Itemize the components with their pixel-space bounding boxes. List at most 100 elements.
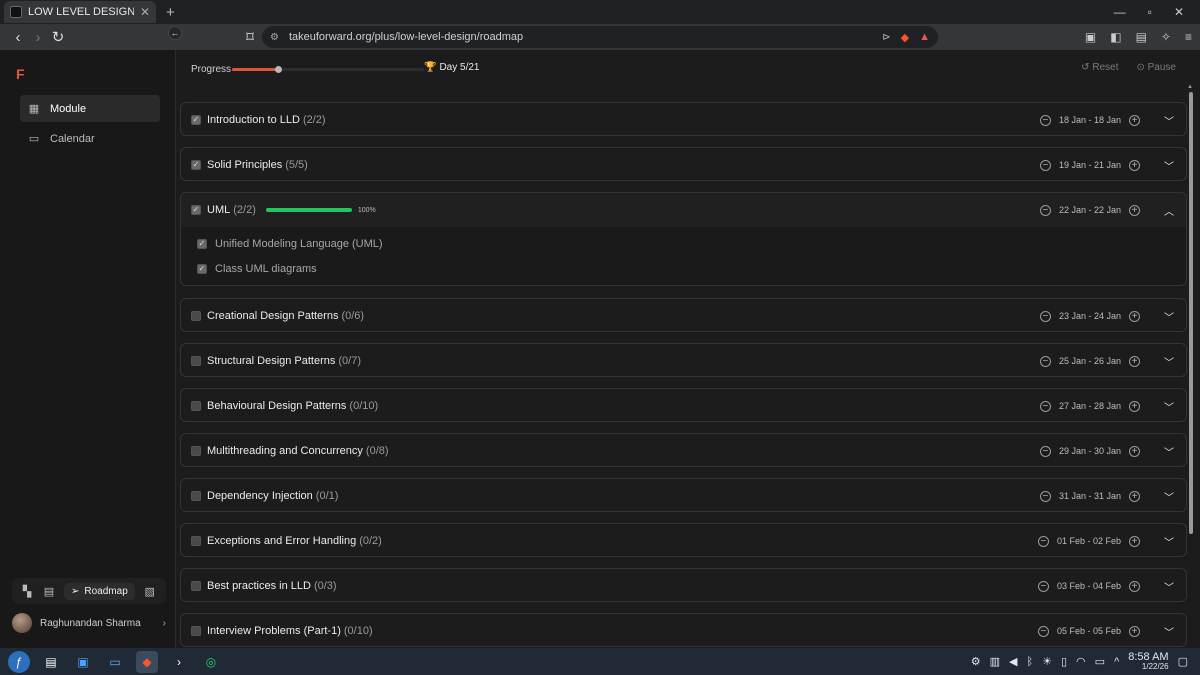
minus-circle-icon[interactable]: − (1039, 159, 1051, 171)
module-header[interactable]: Exceptions and Error Handling (0/2) −01 Fe… (181, 524, 1186, 558)
clipboard-icon[interactable]: ▥ (990, 655, 1000, 668)
module-checkbox[interactable]: ✓ (191, 115, 201, 125)
plus-circle-icon[interactable]: + (1129, 490, 1140, 502)
module-row[interactable]: ✓ Solid Principles (5/5) −19 Jan - 21 Jan + ﹀ (180, 147, 1187, 181)
chevron-down-icon[interactable]: ﹀ (1164, 309, 1174, 324)
module-row[interactable]: Best practices in LLD (0/3) −03 Feb - 04 F… (180, 568, 1187, 602)
clock[interactable]: 8:58 AM 1/22/26 (1128, 651, 1168, 672)
minus-circle-icon[interactable]: − (1039, 204, 1051, 216)
sidebar-item-calendar[interactable]: ▭ Calendar (20, 125, 160, 152)
module-header[interactable]: ✓ Solid Principles (5/5) −19 Jan - 21 Jan + ﹀ (181, 148, 1186, 182)
minus-circle-icon[interactable]: − (1039, 114, 1051, 126)
reader-mode-icon[interactable]: ▣ (1085, 30, 1096, 44)
module-checkbox[interactable] (191, 446, 201, 456)
module-checkbox[interactable] (191, 626, 201, 636)
forward-icon[interactable]: › (28, 29, 48, 46)
module-row[interactable]: Interview Problems (Part-1) (0/10) −05 Feb… (180, 613, 1187, 647)
chevron-down-icon[interactable]: ﹀ (1164, 579, 1174, 594)
brave-rewards-icon[interactable]: ▲ (919, 31, 930, 43)
module-row[interactable]: Behavioural Design Patterns (0/10) −27 Jan… (180, 388, 1187, 422)
reset-button[interactable]: ↺ Reset (1081, 62, 1118, 73)
lesson-item[interactable]: ✓ Class UML diagrams (197, 261, 317, 277)
minus-circle-icon[interactable]: − (1037, 625, 1049, 637)
lesson-checkbox[interactable]: ✓ (197, 264, 207, 274)
chevron-down-icon[interactable]: ﹀ (1164, 158, 1174, 173)
url-text[interactable]: takeuforward.org/plus/low-level-design/r… (289, 31, 872, 43)
module-header[interactable]: Dependency Injection (0/1) −31 Jan - 31 Ja… (181, 479, 1186, 513)
chevron-down-icon[interactable]: ﹀ (1164, 354, 1174, 369)
minus-circle-icon[interactable]: − (1039, 355, 1051, 367)
brave-browser-icon[interactable]: ◆ (136, 650, 158, 673)
module-checkbox[interactable] (191, 491, 201, 501)
reload-icon[interactable]: ↻ (48, 28, 68, 46)
module-row[interactable]: ✓ UML (2/2) 100% −22 Jan - 22 Jan + ︿ ✓ Unified … (180, 192, 1187, 286)
dashboard-icon[interactable]: ▚ (20, 585, 34, 598)
plus-circle-icon[interactable]: + (1129, 355, 1140, 367)
lesson-checkbox[interactable]: ✓ (197, 239, 207, 249)
chevron-down-icon[interactable]: ﹀ (1164, 624, 1174, 639)
document-icon[interactable]: ▧ (143, 585, 157, 598)
minus-circle-icon[interactable]: − (1039, 445, 1051, 457)
battery-icon[interactable]: ▭ (1095, 655, 1105, 668)
browser-tab[interactable]: LOW LEVEL DESIGN - Roadm ✕ (4, 1, 156, 23)
module-header[interactable]: Interview Problems (Part-1) (0/10) −05 Feb… (181, 614, 1186, 648)
scrollbar-thumb[interactable] (1189, 92, 1193, 534)
chevron-down-icon[interactable]: ﹀ (1164, 489, 1174, 504)
plus-circle-icon[interactable]: + (1129, 159, 1140, 171)
user-profile[interactable]: Raghunandan Sharma › (12, 610, 166, 636)
plus-circle-icon[interactable]: + (1129, 114, 1140, 126)
close-tab-icon[interactable]: ✕ (140, 5, 150, 19)
notes-icon[interactable]: ▤ (42, 585, 56, 598)
leo-ai-icon[interactable]: ✧ (1161, 30, 1171, 44)
chevron-down-icon[interactable]: ﹀ (1164, 113, 1174, 128)
wallet-icon[interactable]: ▤ (1136, 30, 1147, 44)
minus-circle-icon[interactable]: − (1039, 310, 1051, 322)
plus-circle-icon[interactable]: + (1129, 204, 1140, 216)
takeuforward-logo[interactable]: F (16, 66, 25, 82)
steam-icon[interactable]: ⚙ (971, 655, 981, 668)
address-bar[interactable]: ⚙ takeuforward.org/plus/low-level-design… (262, 26, 938, 48)
system-settings-icon[interactable]: ▤ (40, 651, 62, 673)
whatsapp-icon[interactable]: ◎ (200, 651, 222, 673)
module-row[interactable]: Structural Design Patterns (0/7) −25 Jan -… (180, 343, 1187, 377)
kde-connect-icon[interactable]: ▯ (1061, 655, 1067, 668)
module-checkbox[interactable] (191, 536, 201, 546)
plus-circle-icon[interactable]: + (1129, 400, 1140, 412)
module-checkbox[interactable] (191, 581, 201, 591)
module-checkbox[interactable]: ✓ (191, 205, 201, 215)
plus-circle-icon[interactable]: + (1129, 535, 1140, 547)
brightness-icon[interactable]: ☀ (1042, 655, 1052, 668)
software-store-icon[interactable]: ▣ (72, 651, 94, 673)
brave-shield-icon[interactable]: ◆ (901, 31, 909, 44)
maximize-icon[interactable]: ▫ (1148, 5, 1152, 19)
minus-circle-icon[interactable]: − (1037, 580, 1049, 592)
module-row[interactable]: Dependency Injection (0/1) −31 Jan - 31 Ja… (180, 478, 1187, 512)
new-tab-icon[interactable]: + (166, 4, 175, 21)
module-checkbox[interactable] (191, 401, 201, 411)
terminal-icon[interactable]: › (168, 651, 190, 673)
lesson-item[interactable]: ✓ Unified Modeling Language (UML) (197, 236, 383, 252)
chevron-down-icon[interactable]: ﹀ (1164, 444, 1174, 459)
pause-button[interactable]: ⊙ Pause (1136, 62, 1176, 73)
show-desktop-icon[interactable]: ▢ (1178, 655, 1188, 668)
wifi-icon[interactable]: ◠ (1076, 655, 1086, 668)
plus-circle-icon[interactable]: + (1129, 580, 1140, 592)
module-row[interactable]: Multithreading and Concurrency (0/8) −29 J… (180, 433, 1187, 467)
chevron-down-icon[interactable]: ﹀ (1164, 399, 1174, 414)
module-checkbox[interactable]: ✓ (191, 160, 201, 170)
close-window-icon[interactable]: ✕ (1174, 5, 1184, 19)
share-icon[interactable]: ⊳ (882, 32, 890, 43)
module-header[interactable]: Behavioural Design Patterns (0/10) −27 Jan… (181, 389, 1186, 423)
sidebar-toggle-icon[interactable]: ◧ (1110, 30, 1121, 44)
minus-circle-icon[interactable]: − (1039, 490, 1051, 502)
module-checkbox[interactable] (191, 356, 201, 366)
module-header[interactable]: ✓ Introduction to LLD (2/2) −18 Jan - 18 Ja… (181, 103, 1186, 137)
collapse-sidebar-icon[interactable]: ← (168, 26, 182, 40)
file-manager-icon[interactable]: ▭ (104, 651, 126, 673)
module-checkbox[interactable] (191, 311, 201, 321)
module-header[interactable]: Best practices in LLD (0/3) −03 Feb - 04 F… (181, 569, 1186, 603)
minus-circle-icon[interactable]: − (1037, 535, 1049, 547)
roadmap-mode-button[interactable]: ➢ Roadmap (64, 582, 135, 600)
module-row[interactable]: Exceptions and Error Handling (0/2) −01 Fe… (180, 523, 1187, 557)
module-header[interactable]: ✓ UML (2/2) 100% −22 Jan - 22 Jan + ︿ (181, 193, 1186, 227)
